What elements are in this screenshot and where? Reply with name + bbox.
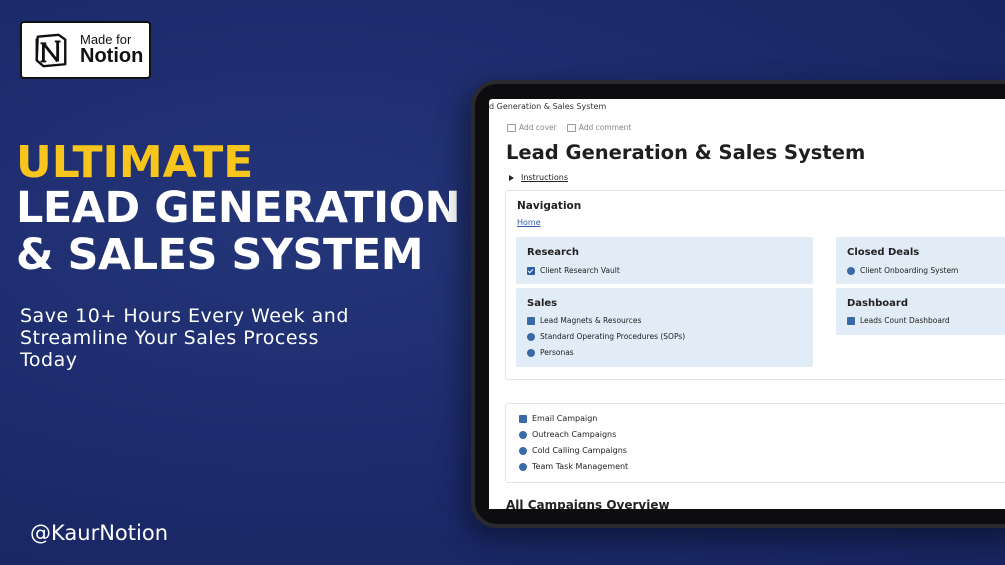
add-comment-button[interactable]: Add comment (566, 123, 632, 132)
link-label: Personas (540, 348, 574, 357)
navigation-section: Navigation Home Research Client Research… (505, 190, 1005, 380)
closed-deals-card: Closed Deals Client Onboarding System (836, 237, 1005, 284)
chart-icon (847, 316, 855, 325)
headline-line2: LEAD GENERATION (16, 183, 461, 233)
add-cover-label: Add cover (519, 123, 557, 132)
client-onboarding-link[interactable]: Client Onboarding System (847, 266, 958, 275)
link-label: Lead Magnets & Resources (540, 316, 642, 325)
headline-ultimate: ULTIMATE (16, 137, 254, 188)
headline-line3: & SALES SYSTEM (16, 230, 424, 280)
people-icon (847, 266, 855, 275)
sales-card: Sales Lead Magnets & Resources Standard … (516, 288, 813, 367)
link-label: Email Campaign (532, 414, 598, 423)
toggle-arrow-icon[interactable] (509, 174, 514, 181)
add-comment-label: Add comment (578, 123, 632, 132)
page-title[interactable]: Lead Generation & Sales System (506, 141, 865, 164)
campaigns-overview-heading: All Campaigns Overview (506, 498, 670, 509)
personas-link[interactable]: Personas (527, 348, 574, 357)
home-link[interactable]: Home (517, 218, 541, 227)
stack-icon (527, 316, 535, 325)
sales-card-title: Sales (527, 298, 558, 309)
sops-link[interactable]: Standard Operating Procedures (SOPs) (527, 332, 685, 341)
team-task-management-link[interactable]: Team Task Management (519, 462, 628, 471)
badge-line2: Notion (80, 45, 144, 68)
client-research-vault-link[interactable]: Client Research Vault (527, 266, 620, 275)
breadcrumb[interactable]: d Generation & Sales System (489, 102, 606, 111)
notion-logo-icon (35, 33, 67, 68)
campaigns-section: Email Campaign Outreach Campaigns Cold C… (505, 403, 1005, 483)
lead-magnets-link[interactable]: Lead Magnets & Resources (527, 316, 641, 325)
link-label: Team Task Management (532, 462, 629, 471)
instructions-label: Instructions (521, 173, 568, 182)
dashboard-card-title: Dashboard (847, 298, 908, 309)
made-for-notion-badge: Made for Notion (20, 21, 151, 79)
gear-icon (527, 332, 535, 341)
phone-icon (519, 446, 527, 455)
navigation-title: Navigation (517, 200, 582, 212)
closed-deals-card-title: Closed Deals (847, 247, 920, 258)
person-icon (527, 348, 535, 357)
instructions-toggle[interactable]: Instructions (509, 173, 568, 182)
leads-count-dashboard-link[interactable]: Leads Count Dashboard (847, 316, 950, 325)
badge-line1: Made for (80, 31, 132, 47)
link-label: Standard Operating Procedures (SOPs) (540, 332, 686, 341)
social-handle: @KaurNotion (30, 521, 168, 545)
research-card-title: Research (527, 247, 579, 258)
link-label: Client Research Vault (540, 266, 620, 275)
link-label: Leads Count Dashboard (860, 316, 950, 325)
image-icon (507, 123, 516, 132)
page-actions: Add cover Add comment (507, 123, 631, 132)
notion-page-screen: d Generation & Sales System Add cover Ad… (489, 99, 1005, 509)
comment-icon (566, 123, 576, 132)
research-card: Research Client Research Vault (516, 237, 813, 284)
link-label: Cold Calling Campaigns (532, 446, 627, 455)
checkbox-icon (527, 266, 535, 275)
link-label: Client Onboarding System (860, 266, 959, 275)
dashboard-card: Dashboard Leads Count Dashboard (836, 288, 1005, 335)
megaphone-icon (519, 430, 527, 439)
people-icon (519, 462, 527, 471)
outreach-campaigns-link[interactable]: Outreach Campaigns (519, 430, 616, 439)
subtitle: Save 10+ Hours Every Week and Streamline… (20, 305, 349, 371)
cold-calling-campaigns-link[interactable]: Cold Calling Campaigns (519, 446, 627, 455)
link-label: Outreach Campaigns (532, 430, 617, 439)
mail-icon (519, 414, 527, 423)
add-cover-button[interactable]: Add cover (507, 123, 557, 132)
email-campaign-link[interactable]: Email Campaign (519, 414, 597, 423)
